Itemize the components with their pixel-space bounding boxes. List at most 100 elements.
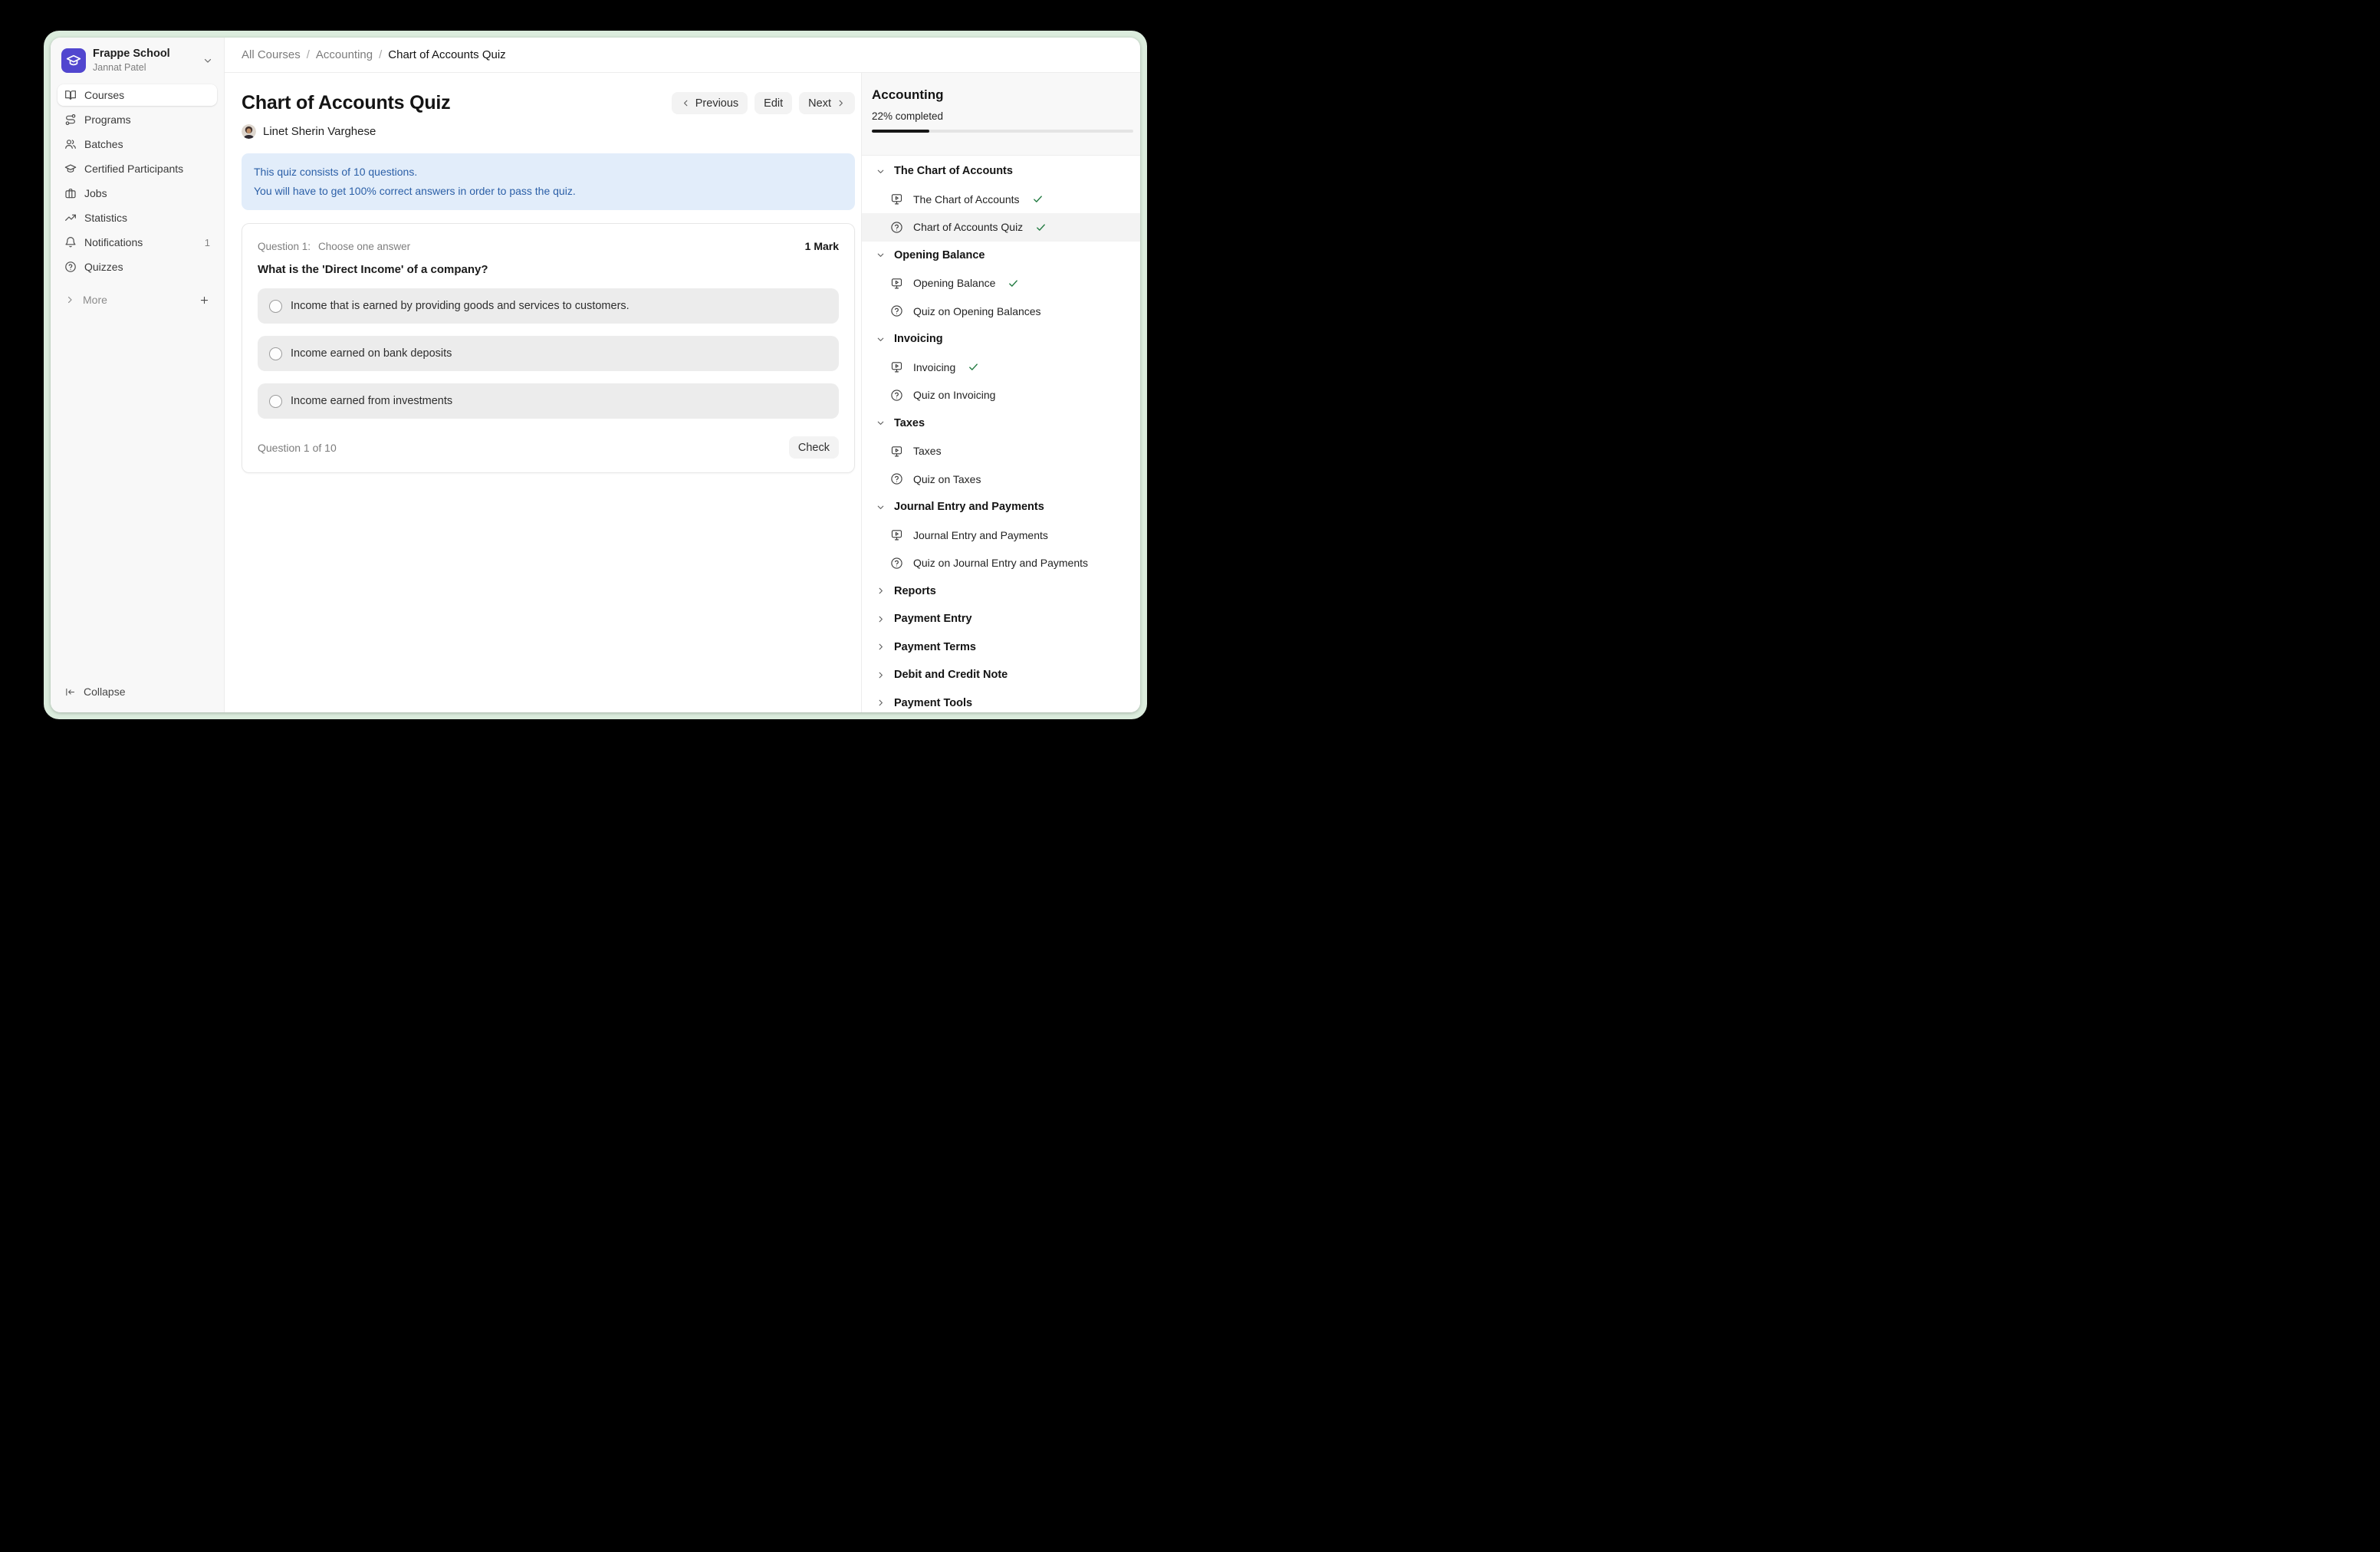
chevron-down-icon: [876, 418, 886, 428]
chevron-down-icon: [876, 250, 886, 260]
next-button[interactable]: Next: [799, 92, 855, 114]
lesson-video-icon: [890, 192, 903, 206]
radio-button[interactable]: [269, 300, 282, 313]
breadcrumb-separator: /: [307, 48, 310, 61]
chevron-right-icon: [876, 614, 886, 624]
outline-item-quiz-on-journal-entry-and-payments[interactable]: Quiz on Journal Entry and Payments: [862, 549, 1140, 577]
sidebar-item-label: Jobs: [84, 187, 107, 199]
sidebar-item-more[interactable]: More: [58, 289, 217, 311]
sidebar-more-label: More: [83, 294, 107, 306]
outline-item-journal-entry-and-payments[interactable]: Journal Entry and Payments: [862, 521, 1140, 550]
outline-section-invoicing[interactable]: Invoicing: [862, 325, 1140, 353]
outline-item-label: Journal Entry and Payments: [913, 529, 1048, 541]
outline-item-chart-of-accounts-quiz[interactable]: Chart of Accounts Quiz: [862, 213, 1140, 242]
chevron-right-icon: [876, 586, 886, 596]
sidebar-item-label: Quizzes: [84, 261, 123, 273]
answer-option-3[interactable]: Income earned from investments: [258, 383, 839, 419]
outline-section-journal-entry-and-payments[interactable]: Journal Entry and Payments: [862, 493, 1140, 521]
previous-button[interactable]: Previous: [672, 92, 748, 114]
outline-section-payment-entry[interactable]: Payment Entry: [862, 605, 1140, 633]
sidebar-item-courses[interactable]: Courses: [58, 84, 217, 106]
outline-section-debit-and-credit-note[interactable]: Debit and Credit Note: [862, 661, 1140, 689]
answer-option-label: Income earned from investments: [291, 395, 452, 407]
check-button[interactable]: Check: [789, 436, 839, 459]
outline-section-label: Payment Entry: [894, 613, 972, 625]
outline-item-taxes[interactable]: Taxes: [862, 437, 1140, 465]
sidebar-item-quizzes[interactable]: Quizzes: [58, 256, 217, 278]
outline-section-opening-balance[interactable]: Opening Balance: [862, 242, 1140, 270]
breadcrumb-separator: /: [379, 48, 382, 61]
outline-item-quiz-on-opening-balances[interactable]: Quiz on Opening Balances: [862, 298, 1140, 326]
chevron-right-icon: [64, 294, 75, 305]
outline-section-taxes[interactable]: Taxes: [862, 409, 1140, 438]
completed-check-icon: [1035, 222, 1047, 233]
outline-item-label: Quiz on Invoicing: [913, 389, 995, 401]
outline-item-quiz-on-invoicing[interactable]: Quiz on Invoicing: [862, 381, 1140, 409]
breadcrumb: All Courses / Accounting / Chart of Accounts…: [242, 48, 506, 61]
sidebar-nav: Courses Programs Batches Certified Particip…: [58, 84, 217, 278]
sidebar-spacer: [58, 311, 217, 681]
top-bar: All Courses / Accounting / Chart of Accounts…: [225, 38, 1140, 73]
outline-section-payment-tools[interactable]: Payment Tools: [862, 689, 1140, 713]
quiz-notice: This quiz consists of 10 questions. You …: [242, 153, 855, 210]
outline-item-the-chart-of-accounts[interactable]: The Chart of Accounts: [862, 186, 1140, 214]
quiz-question-icon: [890, 557, 903, 570]
outline-item-label: Invoicing: [913, 361, 955, 373]
route-icon: [64, 113, 77, 126]
help-circle-icon: [64, 261, 77, 273]
question-card: Question 1: Choose one answer 1 Mark Wha…: [242, 223, 855, 473]
sidebar-item-label: Statistics: [84, 212, 127, 224]
breadcrumb-all-courses[interactable]: All Courses: [242, 48, 301, 61]
completed-check-icon: [1008, 278, 1019, 289]
add-item-button[interactable]: [199, 294, 210, 306]
collapse-arrow-icon: [64, 686, 76, 698]
sidebar-item-statistics[interactable]: Statistics: [58, 207, 217, 229]
breadcrumb-chart-of-accounts-quiz: Chart of Accounts Quiz: [388, 48, 505, 61]
course-completed-label: 22% completed: [872, 110, 1133, 122]
page-title: Chart of Accounts Quiz: [242, 92, 450, 114]
breadcrumb-accounting[interactable]: Accounting: [316, 48, 373, 61]
outline-section-payment-terms[interactable]: Payment Terms: [862, 633, 1140, 662]
sidebar-item-certified-participants[interactable]: Certified Participants: [58, 158, 217, 179]
question-progress: Question 1 of 10: [258, 442, 337, 454]
chevron-down-icon: [876, 502, 886, 512]
sidebar-item-notifications[interactable]: Notifications1: [58, 232, 217, 253]
answer-option-1[interactable]: Income that is earned by providing goods…: [258, 288, 839, 324]
app-window: Frappe School Jannat Patel Courses Progra…: [51, 38, 1140, 712]
outline-item-label: Taxes: [913, 445, 942, 457]
outline-section-label: The Chart of Accounts: [894, 165, 1013, 177]
workspace-switcher[interactable]: Frappe School Jannat Patel: [58, 46, 217, 74]
answer-option-label: Income that is earned by providing goods…: [291, 300, 630, 312]
outline-item-quiz-on-taxes[interactable]: Quiz on Taxes: [862, 465, 1140, 494]
answer-option-2[interactable]: Income earned on bank deposits: [258, 336, 839, 371]
radio-button[interactable]: [269, 347, 282, 360]
chevron-right-icon: [876, 642, 886, 652]
sidebar-item-jobs[interactable]: Jobs: [58, 182, 217, 204]
trending-up-icon: [64, 212, 77, 224]
briefcase-icon: [64, 187, 77, 199]
outline-section-label: Opening Balance: [894, 249, 985, 261]
edit-button[interactable]: Edit: [754, 92, 792, 114]
answer-options: Income that is earned by providing goods…: [258, 288, 839, 419]
outline-section-label: Journal Entry and Payments: [894, 501, 1044, 513]
completed-check-icon: [1032, 193, 1044, 205]
author-row: Linet Sherin Varghese: [242, 124, 855, 139]
frappe-school-logo-icon: [61, 48, 86, 73]
collapse-sidebar-button[interactable]: Collapse: [58, 681, 217, 702]
outline-section-label: Reports: [894, 585, 936, 597]
outline-section-reports[interactable]: Reports: [862, 577, 1140, 606]
sidebar-item-programs[interactable]: Programs: [58, 109, 217, 130]
notice-line: This quiz consists of 10 questions.: [254, 163, 843, 182]
answer-option-label: Income earned on bank deposits: [291, 347, 452, 360]
outline-section-label: Debit and Credit Note: [894, 669, 1008, 681]
outline-item-opening-balance[interactable]: Opening Balance: [862, 269, 1140, 298]
radio-button[interactable]: [269, 395, 282, 408]
outline-section-label: Invoicing: [894, 333, 943, 345]
outline-item-invoicing[interactable]: Invoicing: [862, 353, 1140, 382]
course-progress-header: Accounting 22% completed: [862, 73, 1140, 156]
outline-section-label: Taxes: [894, 417, 925, 429]
outline-section-the-chart-of-accounts[interactable]: The Chart of Accounts: [862, 157, 1140, 186]
sidebar-item-batches[interactable]: Batches: [58, 133, 217, 155]
chevron-right-icon: [836, 98, 846, 108]
collapse-label: Collapse: [84, 686, 125, 698]
